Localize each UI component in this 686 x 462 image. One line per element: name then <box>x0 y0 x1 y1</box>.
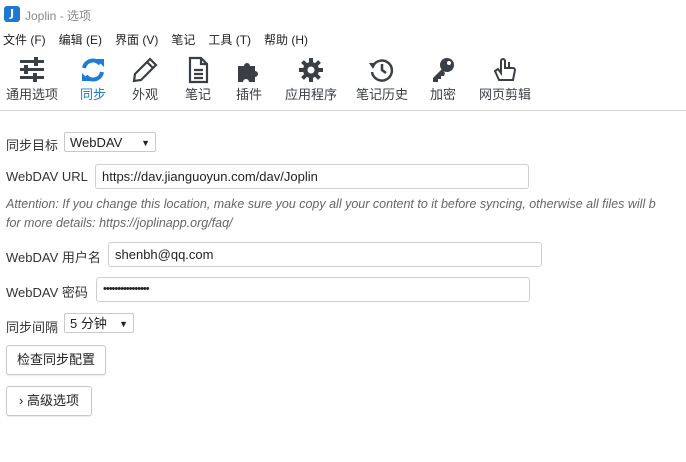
tab-label: 外观 <box>131 87 158 102</box>
menu-bar: 文件 (F) 编辑 (E) 界面 (V) 笔记 工具 (T) 帮助 (H) <box>0 31 686 51</box>
joplin-logo-icon: J <box>4 6 20 22</box>
sync-target-label: 同步目标 <box>6 138 59 153</box>
sync-target-value: WebDAV <box>70 135 123 150</box>
menu-help[interactable]: 帮助 (H) <box>261 31 308 51</box>
tab-label: 同步 <box>79 87 106 102</box>
webdav-password-label: WebDAV 密码 <box>6 285 88 300</box>
puzzle-icon <box>238 63 258 82</box>
tab-plugins[interactable]: 插件 <box>234 56 264 103</box>
tab-general[interactable]: 通用选项 <box>4 56 60 103</box>
webdav-url-label: WebDAV URL <box>6 169 88 184</box>
note-line: Attention: If you change this location, … <box>6 197 656 211</box>
window-title: Joplin - 选项 <box>25 9 92 23</box>
webdav-username-input[interactable]: shenbh@qq.com <box>108 242 542 267</box>
sync-target-select[interactable]: WebDAV ▼ <box>64 132 156 152</box>
advanced-options-button[interactable]: › 高级选项 <box>6 386 92 416</box>
tab-encryption[interactable]: 加密 <box>428 56 458 103</box>
chevron-down-icon: ▼ <box>119 319 128 329</box>
check-sync-config-button[interactable]: 检查同步配置 <box>6 345 107 375</box>
menu-edit[interactable]: 编辑 (E) <box>56 31 102 51</box>
tab-sync[interactable]: 同步 <box>77 56 109 103</box>
webdav-password-input[interactable]: •••••••••••••••• <box>96 277 530 302</box>
menu-view[interactable]: 界面 (V) <box>112 31 158 51</box>
tab-label: 笔记 <box>184 87 211 102</box>
menu-note[interactable]: 笔记 <box>168 31 195 51</box>
tab-label: 加密 <box>429 87 456 102</box>
history-icon <box>369 59 394 82</box>
sliders-icon <box>20 57 44 82</box>
pencil-icon <box>132 57 158 83</box>
menu-tools[interactable]: 工具 (T) <box>205 31 251 51</box>
sync-icon <box>82 58 104 82</box>
menu-file[interactable]: 文件 (F) <box>0 31 46 51</box>
tab-label: 通用选项 <box>5 87 58 102</box>
note-link-line: for more details: https://joplinapp.org/… <box>6 216 233 230</box>
gear-icon <box>299 58 323 82</box>
sync-interval-value: 5 分钟 <box>70 316 107 331</box>
chevron-down-icon: ▼ <box>141 138 150 148</box>
toolbar-divider <box>0 110 686 111</box>
tab-note[interactable]: 笔记 <box>183 56 213 103</box>
sync-attention-note: Attention: If you change this location, … <box>6 195 686 233</box>
tab-label: 插件 <box>235 87 262 102</box>
webdav-username-label: WebDAV 用户名 <box>6 250 101 265</box>
tab-note-history[interactable]: 笔记历史 <box>354 56 410 103</box>
tab-appearance[interactable]: 外观 <box>130 56 160 103</box>
note-icon <box>188 56 209 84</box>
tab-label: 笔记历史 <box>355 87 408 102</box>
title-bar: J Joplin - 选项 <box>0 0 686 30</box>
tab-label: 应用程序 <box>284 87 337 102</box>
options-toolbar: 通用选项 同步 外观 笔记 插件 应用程序 笔记历史 加密 网页剪辑 <box>0 56 686 108</box>
webdav-url-input[interactable]: https://dav.jianguoyun.com/dav/Joplin <box>95 164 529 189</box>
sync-interval-label: 同步间隔 <box>6 320 59 335</box>
hand-icon <box>493 58 517 81</box>
sync-interval-select[interactable]: 5 分钟 ▼ <box>64 313 134 333</box>
tab-application[interactable]: 应用程序 <box>283 56 339 103</box>
tab-web-clipper[interactable]: 网页剪辑 <box>477 56 533 103</box>
key-icon <box>433 58 454 82</box>
tab-label: 网页剪辑 <box>478 87 531 102</box>
